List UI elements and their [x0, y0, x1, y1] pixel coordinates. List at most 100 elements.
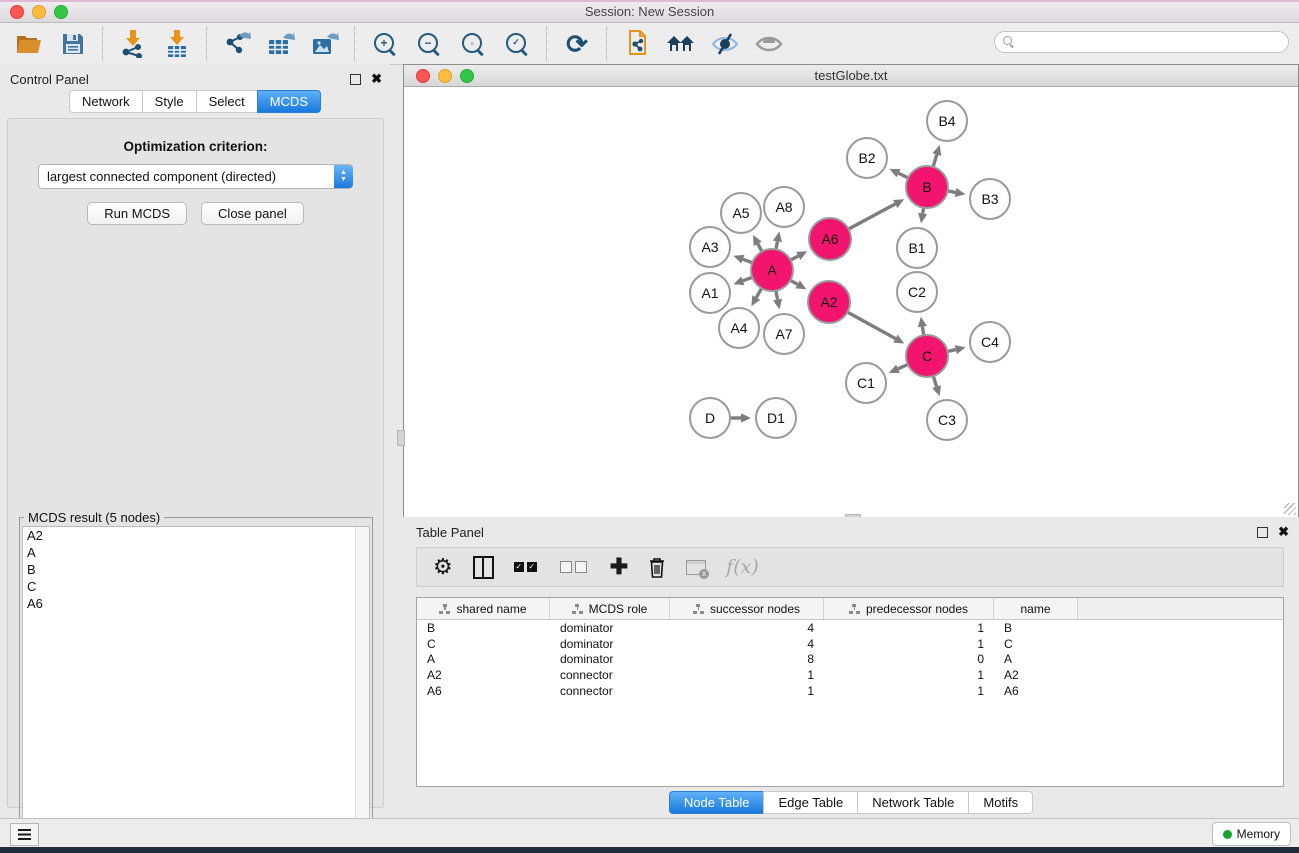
edge-arrowhead — [773, 299, 782, 310]
open-file-icon[interactable] — [14, 29, 44, 59]
add-column-icon[interactable]: ✚ — [610, 556, 628, 578]
save-session-icon[interactable] — [58, 29, 88, 59]
table-cell[interactable]: 4 — [670, 637, 824, 651]
table-cell[interactable]: connector — [550, 684, 670, 698]
home-layout-icon[interactable] — [666, 29, 696, 59]
zoom-selected-icon[interactable]: ✓ — [502, 29, 532, 59]
tab-network-table[interactable]: Network Table — [857, 791, 968, 814]
new-network-from-selection-icon[interactable] — [622, 29, 652, 59]
graph-node-label: C4 — [981, 334, 999, 350]
network-window-titlebar[interactable]: testGlobe.txt — [404, 65, 1298, 87]
column-header-predecessor-nodes[interactable]: predecessor nodes — [824, 598, 994, 619]
result-scrollbar[interactable] — [355, 527, 369, 853]
export-network-icon[interactable] — [222, 29, 252, 59]
table-cell[interactable]: B — [417, 621, 550, 635]
refresh-icon[interactable]: ⟳ — [562, 29, 592, 59]
table-row[interactable]: Cdominator41C — [417, 636, 1283, 652]
table-cell[interactable]: A — [994, 652, 1078, 666]
hide-edges-icon[interactable] — [710, 29, 740, 59]
zoom-fit-icon[interactable]: ▫ — [458, 29, 488, 59]
edge-A2-C[interactable] — [846, 311, 896, 338]
network-graph[interactable]: B4B2BB3A5A8A6A3AB1A1A2C2A4A7C4C1CDD1C3 — [404, 87, 1298, 517]
result-item[interactable]: A6 — [23, 595, 369, 612]
table-cell[interactable]: 8 — [670, 652, 824, 666]
export-table-icon[interactable] — [266, 29, 296, 59]
table-row[interactable]: A6connector11A6 — [417, 683, 1283, 699]
table-cell[interactable]: 1 — [824, 668, 994, 682]
table-row[interactable]: Bdominator41B — [417, 620, 1283, 636]
column-header-successor-nodes[interactable]: successor nodes — [670, 598, 824, 619]
mcds-result-list[interactable]: A2ABCA6 — [22, 526, 370, 853]
close-panel-button[interactable]: Close panel — [201, 202, 304, 225]
table-cell[interactable]: A6 — [994, 684, 1078, 698]
zoom-out-icon[interactable]: − — [414, 29, 444, 59]
table-cell[interactable]: connector — [550, 668, 670, 682]
graph-node-label: C1 — [857, 375, 875, 391]
optimization-criterion-select[interactable]: largest connected component (directed) ▲… — [38, 164, 353, 189]
tab-mcds[interactable]: MCDS — [257, 90, 321, 113]
table-cell[interactable]: A6 — [417, 684, 550, 698]
result-item[interactable]: A — [23, 544, 369, 561]
application-window: Session: New Session — [0, 0, 1299, 853]
show-columns-icon[interactable] — [473, 556, 494, 579]
tab-motifs[interactable]: Motifs — [968, 791, 1033, 814]
column-header-name[interactable]: name — [994, 598, 1078, 619]
result-item[interactable]: A2 — [23, 527, 369, 544]
table-cell[interactable]: 4 — [670, 621, 824, 635]
task-history-button[interactable] — [10, 823, 39, 846]
import-table-icon[interactable] — [162, 29, 192, 59]
show-graphics-details-icon[interactable] — [754, 29, 784, 59]
result-item[interactable]: B — [23, 561, 369, 578]
close-panel-icon[interactable]: ✖ — [1278, 526, 1289, 538]
edge-arrowhead — [932, 145, 941, 156]
table-row[interactable]: Adominator80A — [417, 652, 1283, 668]
table-row[interactable]: A2connector11A2 — [417, 667, 1283, 683]
delete-table-icon[interactable] — [686, 560, 706, 575]
resize-grip-icon[interactable] — [1284, 503, 1296, 515]
table-cell[interactable]: dominator — [550, 621, 670, 635]
table-cell[interactable]: C — [994, 637, 1078, 651]
search-input[interactable] — [1019, 33, 1288, 51]
column-header-shared-name[interactable]: shared name — [417, 598, 550, 619]
float-panel-icon[interactable] — [1257, 527, 1268, 538]
export-image-icon[interactable] — [310, 29, 340, 59]
table-cell[interactable]: 1 — [824, 621, 994, 635]
edge-A6-B[interactable] — [847, 204, 896, 230]
function-builder-icon[interactable]: f(x) — [726, 556, 759, 578]
pane-divider-handle[interactable] — [397, 430, 405, 446]
table-cell[interactable]: A2 — [417, 668, 550, 682]
zoom-in-icon[interactable]: + — [370, 29, 400, 59]
table-cell[interactable]: dominator — [550, 652, 670, 666]
tab-node-table[interactable]: Node Table — [669, 791, 764, 814]
graph-node-label: A3 — [701, 239, 718, 255]
delete-column-icon[interactable] — [648, 556, 666, 578]
table-cell[interactable]: 1 — [670, 684, 824, 698]
result-item[interactable]: C — [23, 578, 369, 595]
table-cell[interactable]: B — [994, 621, 1078, 635]
tab-edge-table[interactable]: Edge Table — [763, 791, 857, 814]
list-icon — [18, 829, 31, 840]
close-panel-icon[interactable]: ✖ — [371, 73, 382, 85]
memory-button[interactable]: Memory — [1212, 822, 1291, 846]
import-network-icon[interactable] — [118, 29, 148, 59]
table-cell[interactable]: 1 — [824, 637, 994, 651]
table-cell[interactable]: 1 — [824, 684, 994, 698]
table-cell[interactable]: C — [417, 637, 550, 651]
tab-select[interactable]: Select — [196, 90, 257, 113]
tab-network[interactable]: Network — [69, 90, 142, 113]
network-canvas[interactable]: B4B2BB3A5A8A6A3AB1A1A2C2A4A7C4C1CDD1C3 — [404, 87, 1298, 517]
run-mcds-button[interactable]: Run MCDS — [87, 202, 187, 225]
select-all-icon[interactable]: ✓✓ — [514, 562, 540, 572]
deselect-all-icon[interactable] — [560, 561, 590, 573]
column-header-MCDS-role[interactable]: MCDS role — [550, 598, 670, 619]
float-panel-icon[interactable] — [350, 74, 361, 85]
tab-style[interactable]: Style — [142, 90, 196, 113]
table-cell[interactable]: dominator — [550, 637, 670, 651]
graph-node-label: C2 — [908, 284, 926, 300]
table-cell[interactable]: A — [417, 652, 550, 666]
network-window-title: testGlobe.txt — [404, 68, 1298, 83]
table-cell[interactable]: A2 — [994, 668, 1078, 682]
table-options-icon[interactable]: ⚙ — [433, 556, 453, 578]
table-cell[interactable]: 1 — [670, 668, 824, 682]
table-cell[interactable]: 0 — [824, 652, 994, 666]
